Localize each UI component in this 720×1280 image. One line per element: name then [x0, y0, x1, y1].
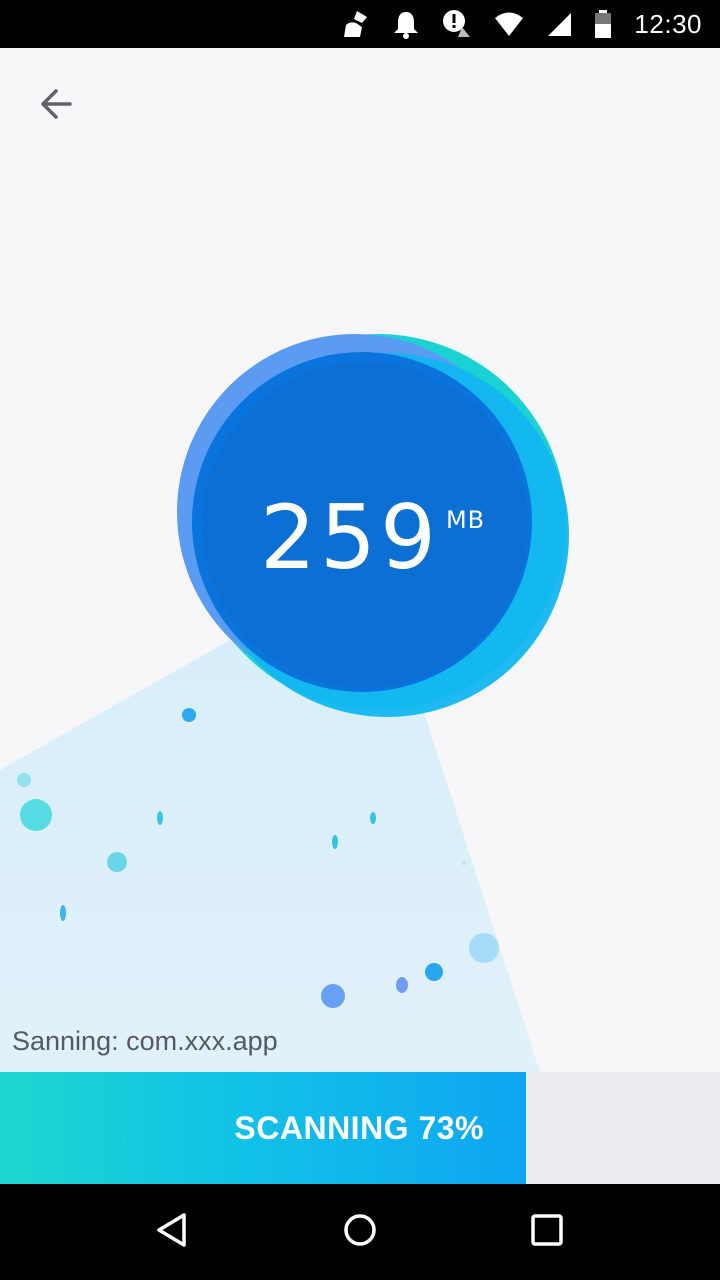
- battery-icon: [594, 9, 612, 39]
- back-triangle-icon: [153, 1210, 193, 1255]
- nav-recents-button[interactable]: [515, 1200, 579, 1264]
- alert-icon: [442, 9, 472, 39]
- scan-progress-label: SCANNING 73%: [234, 1109, 484, 1146]
- notification-bell-icon: [392, 9, 420, 39]
- junk-size-unit: MB: [445, 506, 486, 534]
- arrow-left-icon: [36, 84, 76, 129]
- cleaner-broom-icon: [340, 9, 370, 39]
- signal-icon: [546, 11, 572, 37]
- scan-particles: [17, 708, 499, 1008]
- junk-size-value: 259: [260, 486, 440, 589]
- scan-status-text: Sanning: com.xxx.app: [12, 1026, 278, 1056]
- system-nav-bar: [0, 1184, 720, 1280]
- scanner-screen: 12:30 259 MB Sanning: com.xxx.app SCANNI…: [0, 0, 720, 1280]
- beam-shape: [0, 640, 540, 1072]
- junk-size-readout: 259 MB: [260, 494, 485, 582]
- wifi-icon: [494, 11, 524, 37]
- back-button[interactable]: [28, 78, 84, 134]
- status-bar: 12:30: [0, 0, 720, 48]
- nav-home-button[interactable]: [328, 1200, 392, 1264]
- home-circle-icon: [340, 1210, 380, 1255]
- status-clock: 12:30: [634, 8, 702, 39]
- nav-back-button[interactable]: [141, 1200, 205, 1264]
- scan-progress-bar[interactable]: SCANNING 73%: [0, 1072, 720, 1184]
- recents-square-icon: [527, 1210, 567, 1255]
